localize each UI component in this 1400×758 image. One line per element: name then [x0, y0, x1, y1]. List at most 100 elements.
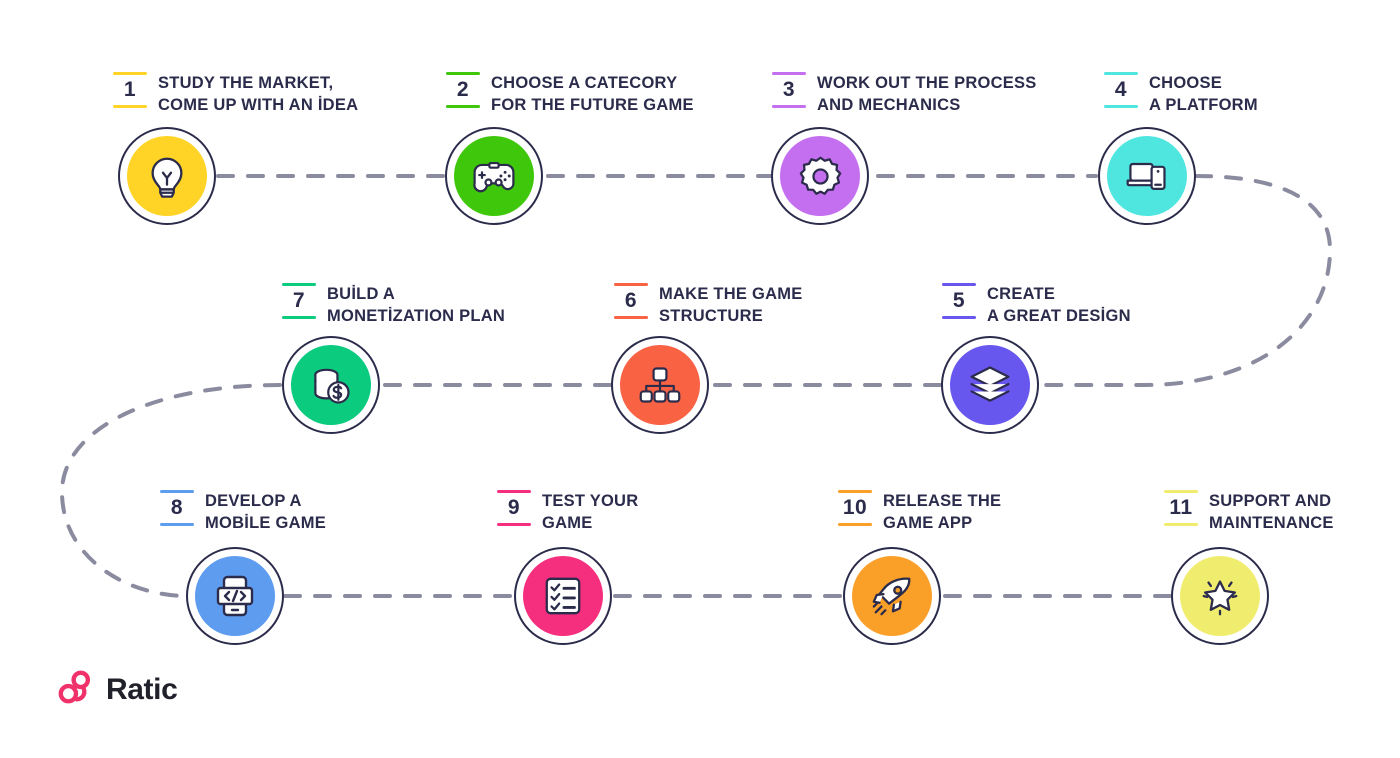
brand-logo[interactable]: Ratic	[57, 668, 178, 711]
star-sparkle-icon	[1197, 573, 1243, 619]
step-11-title: SUPPORT AND MAINTENANCE	[1209, 492, 1334, 532]
gamepad-icon	[470, 152, 518, 200]
step-6-header: 6 MAKE THE GAME STRUCTURE	[614, 281, 803, 328]
step-11-number: 11	[1169, 496, 1193, 519]
step-8-node[interactable]	[186, 547, 284, 645]
step-9-number: 9	[507, 496, 521, 519]
brand-name: Ratic	[106, 672, 178, 706]
step-8-title: DEVELOP A MOBİLE GAME	[205, 492, 326, 532]
step-5-header: 5 CREATE A GREAT DESİGN	[942, 281, 1131, 328]
mobile-code-icon	[213, 574, 257, 618]
step-9-number-badge: 9	[497, 488, 531, 526]
step-2-node[interactable]	[445, 127, 543, 225]
step-10-node[interactable]	[843, 547, 941, 645]
step-6-number: 6	[624, 289, 638, 312]
step-4[interactable]: 4 CHOOSE A PLATFORM	[1104, 70, 1258, 117]
hierarchy-icon	[638, 363, 682, 407]
coins-dollar-icon	[308, 362, 354, 408]
step-10-number-badge: 10	[838, 488, 872, 526]
step-3-title: WORK OUT THE PROCESS AND MECHANICS	[817, 74, 1037, 114]
step-8-disc	[195, 556, 275, 636]
step-1-number-badge: 1	[113, 70, 147, 108]
step-1-header: 1 STUDY THE MARKET, COME UP WITH AN İDEA	[113, 70, 358, 117]
step-3-number-badge: 3	[772, 70, 806, 108]
step-4-header: 4 CHOOSE A PLATFORM	[1104, 70, 1258, 117]
trefoil-rings-icon	[57, 668, 95, 711]
step-9-node[interactable]	[514, 547, 612, 645]
step-7-title: BUİLD A MONETİZATION PLAN	[327, 285, 506, 325]
step-10[interactable]: 10 RELEASE THE GAME APP	[838, 488, 1001, 535]
step-6-number-badge: 6	[614, 281, 648, 319]
step-9-disc	[523, 556, 603, 636]
step-11[interactable]: 11 SUPPORT AND MAINTENANCE	[1164, 488, 1334, 535]
step-7-number-badge: 7	[282, 281, 316, 319]
step-3-header: 3 WORK OUT THE PROCESS AND MECHANICS	[772, 70, 1037, 117]
lightbulb-icon	[144, 153, 190, 199]
step-3[interactable]: 3 WORK OUT THE PROCESS AND MECHANICS	[772, 70, 1037, 117]
step-9-title: TEST YOUR GAME	[542, 492, 639, 532]
step-2-number-badge: 2	[446, 70, 480, 108]
step-1-disc	[127, 136, 207, 216]
step-10-title: RELEASE THE GAME APP	[883, 492, 1002, 532]
step-1-bar-bottom	[113, 105, 147, 108]
step-5-disc	[950, 345, 1030, 425]
infographic-canvas: 1 STUDY THE MARKET, COME UP WITH AN İDEA…	[0, 0, 1400, 758]
rocket-icon	[870, 574, 914, 618]
step-1-title: STUDY THE MARKET, COME UP WITH AN İDEA	[158, 74, 359, 114]
step-2-number: 2	[456, 78, 470, 101]
step-5-number: 5	[952, 289, 966, 312]
step-7-disc	[291, 345, 371, 425]
step-8-number-badge: 8	[160, 488, 194, 526]
step-2[interactable]: 2 CHOOSE A CATECORY FOR THE FUTURE GAME	[446, 70, 694, 117]
step-2-bar-bottom	[446, 105, 480, 108]
step-1-node[interactable]	[118, 127, 216, 225]
gear-icon	[798, 154, 843, 199]
checklist-icon	[542, 575, 584, 617]
step-8-bar-bottom	[160, 523, 194, 526]
step-3-node[interactable]	[771, 127, 869, 225]
step-3-bar-bottom	[772, 105, 806, 108]
step-2-disc	[454, 136, 534, 216]
step-11-node[interactable]	[1171, 547, 1269, 645]
step-7-node[interactable]	[282, 336, 380, 434]
step-5-title: CREATE A GREAT DESİGN	[987, 285, 1131, 325]
step-2-title: CHOOSE A CATECORY FOR THE FUTURE GAME	[491, 74, 694, 114]
step-10-disc	[852, 556, 932, 636]
step-5[interactable]: 5 CREATE A GREAT DESİGN	[942, 281, 1131, 328]
step-10-header: 10 RELEASE THE GAME APP	[838, 488, 1001, 535]
step-11-header: 11 SUPPORT AND MAINTENANCE	[1164, 488, 1334, 535]
step-1-number: 1	[123, 78, 137, 101]
step-11-bar-bottom	[1164, 523, 1198, 526]
step-7[interactable]: 7 BUİLD A MONETİZATION PLAN	[282, 281, 505, 328]
step-8[interactable]: 8 DEVELOP A MOBİLE GAME	[160, 488, 326, 535]
step-4-disc	[1107, 136, 1187, 216]
step-4-number: 4	[1114, 78, 1128, 101]
step-9-header: 9 TEST YOUR GAME	[497, 488, 638, 535]
step-3-number: 3	[782, 78, 796, 101]
step-2-header: 2 CHOOSE A CATECORY FOR THE FUTURE GAME	[446, 70, 694, 117]
step-9[interactable]: 9 TEST YOUR GAME	[497, 488, 638, 535]
step-6-title: MAKE THE GAME STRUCTURE	[659, 285, 803, 325]
step-8-number: 8	[170, 496, 184, 519]
step-4-node[interactable]	[1098, 127, 1196, 225]
step-3-disc	[780, 136, 860, 216]
step-11-disc	[1180, 556, 1260, 636]
step-4-title: CHOOSE A PLATFORM	[1149, 74, 1258, 114]
step-4-bar-bottom	[1104, 105, 1138, 108]
step-5-node[interactable]	[941, 336, 1039, 434]
step-6[interactable]: 6 MAKE THE GAME STRUCTURE	[614, 281, 803, 328]
step-4-number-badge: 4	[1104, 70, 1138, 108]
step-10-number: 10	[842, 496, 868, 519]
step-6-node[interactable]	[611, 336, 709, 434]
step-5-number-badge: 5	[942, 281, 976, 319]
step-7-bar-bottom	[282, 316, 316, 319]
step-1[interactable]: 1 STUDY THE MARKET, COME UP WITH AN İDEA	[113, 70, 358, 117]
step-7-header: 7 BUİLD A MONETİZATION PLAN	[282, 281, 505, 328]
step-6-bar-bottom	[614, 316, 648, 319]
step-9-bar-bottom	[497, 523, 531, 526]
layers-icon	[967, 362, 1013, 408]
step-10-bar-bottom	[838, 523, 872, 526]
step-6-disc	[620, 345, 700, 425]
step-5-bar-bottom	[942, 316, 976, 319]
step-8-header: 8 DEVELOP A MOBİLE GAME	[160, 488, 326, 535]
